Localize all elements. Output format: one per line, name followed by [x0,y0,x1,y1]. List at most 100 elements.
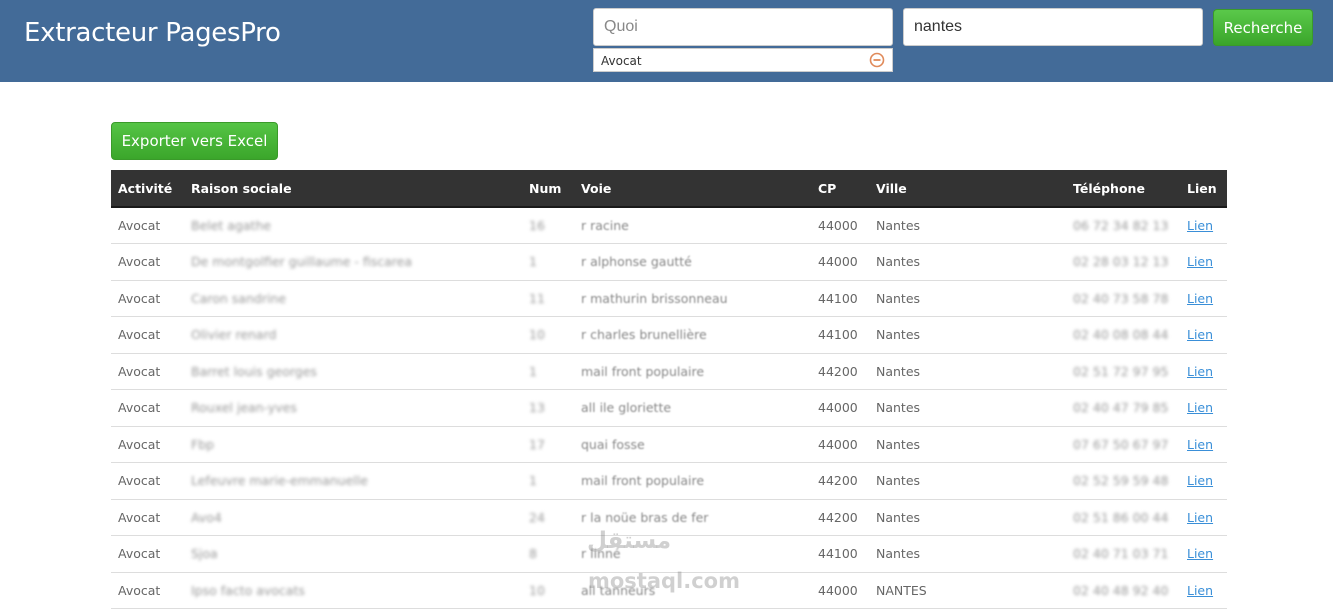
cell-num: 16 [529,218,545,233]
cell-telephone: 02 51 72 97 95 [1073,363,1169,379]
header-activite: Activité [111,170,184,208]
header-raison-sociale: Raison sociale [184,170,522,208]
cell-lien: Lien [1180,353,1227,390]
cell-num: 8 [529,546,537,562]
selected-activity-tag: Avocat [593,48,893,72]
cell-cp: 44000 [818,254,858,270]
cell-ville: Nantes [876,400,921,416]
cell-activite: Avocat [118,254,161,270]
cell-cp: 44000 [818,436,858,452]
cell-lien: Lien [1180,536,1227,573]
cell-telephone: 02 51 86 00 44 [1073,509,1169,525]
cell-lien: Lien [1180,463,1227,500]
cell-activite: Avocat [118,546,161,562]
cell-telephone: 02 52 59 59 48 [1073,473,1169,489]
cell-raison-sociale: De montgolfier guillaume - fiscarea [191,254,412,270]
cell-cp: 44100 [818,290,858,306]
cell-lien: Lien [1180,572,1227,609]
cell-cp: 44200 [818,509,858,525]
lien-link[interactable]: Lien [1187,437,1213,452]
search-button[interactable]: Recherche [1213,9,1313,46]
table-row: Avocat Fbp 17 quai fosse 44000 Nantes 07 67 50… [111,426,1227,463]
header-ville: Ville [869,170,1066,208]
where-search-input[interactable] [903,8,1203,46]
cell-telephone: 02 28 03 12 13 [1073,254,1169,270]
cell-cp: 44100 [818,546,858,562]
header-cp: CP [811,170,869,208]
cell-voie: quai fosse [581,436,645,452]
cell-raison-sociale: Fbp [191,436,215,452]
export-excel-button[interactable]: Exporter vers Excel [111,122,278,160]
cell-telephone: 02 40 48 92 40 [1073,582,1169,598]
cell-lien: Lien [1180,207,1227,244]
cell-activite: Avocat [118,509,161,525]
cell-lien: Lien [1180,499,1227,536]
cell-telephone: 02 40 71 03 71 [1073,546,1169,562]
cell-num: 1 [529,254,537,270]
lien-link[interactable]: Lien [1187,218,1213,233]
cell-voie: all ile gloriette [581,400,672,416]
table-header-row: Activité Raison sociale Num Voie CP Ville Télé… [111,170,1227,208]
cell-cp: 44000 [818,218,858,233]
lien-link[interactable]: Lien [1187,364,1213,379]
cell-raison-sociale: Lefeuvre marie-emmanuelle [191,473,368,489]
cell-telephone: 02 40 73 58 78 [1073,290,1169,306]
header-voie: Voie [574,170,811,208]
cell-lien: Lien [1180,280,1227,317]
cell-num: 13 [529,400,545,416]
lien-link[interactable]: Lien [1187,546,1213,561]
cell-raison-sociale: Belet agathe [191,218,272,233]
cell-activite: Avocat [118,327,161,343]
cell-telephone: 07 67 50 67 97 [1073,436,1169,452]
cell-activite: Avocat [118,363,161,379]
cell-ville: Nantes [876,546,921,562]
cell-activite: Avocat [118,473,161,489]
cell-ville: Nantes [876,363,921,379]
cell-telephone: 06 72 34 82 13 [1073,218,1169,233]
cell-ville: Nantes [876,290,921,306]
lien-link[interactable]: Lien [1187,327,1213,342]
lien-link[interactable]: Lien [1187,291,1213,306]
cell-voie: mail front populaire [581,363,705,379]
watermark-latin: mostaql.com [588,569,740,593]
cell-raison-sociale: Rouxel jean-yves [191,400,297,416]
cell-lien: Lien [1180,244,1227,281]
remove-circle-icon[interactable] [869,52,885,68]
header-num: Num [522,170,574,208]
app-title[interactable]: Extracteur PagesPro [24,18,281,48]
selected-activity-label: Avocat [601,54,642,68]
cell-cp: 44200 [818,363,858,379]
cell-voie: r racine [581,218,629,233]
table-row: Avocat Barret louis georges 1 mail front po… [111,353,1227,390]
cell-activite: Avocat [118,400,161,416]
table-row: Avocat Belet agathe 16 r racine 44000 Nantes 0… [111,207,1227,244]
cell-ville: Nantes [876,473,921,489]
cell-voie: r alphonse gautté [581,254,692,270]
cell-num: 17 [529,436,545,452]
cell-ville: Nantes [876,327,921,343]
cell-num: 24 [529,509,545,525]
cell-cp: 44000 [818,400,858,416]
lien-link[interactable]: Lien [1187,473,1213,488]
lien-link[interactable]: Lien [1187,400,1213,415]
cell-activite: Avocat [118,290,161,306]
cell-raison-sociale: Ipso facto avocats [191,582,305,598]
table-row: Avocat Rouxel jean-yves 13 all ile gloriett… [111,390,1227,426]
lien-link[interactable]: Lien [1187,583,1213,598]
cell-num: 1 [529,363,537,379]
table-row: Avocat Lefeuvre marie-emmanuelle 1 mail fro… [111,463,1227,500]
cell-cp: 44200 [818,473,858,489]
cell-activite: Avocat [118,218,161,233]
cell-voie: mail front populaire [581,473,705,489]
what-search-input[interactable] [593,8,893,46]
cell-telephone: 02 40 08 08 44 [1073,327,1169,343]
cell-raison-sociale: Caron sandrine [191,290,287,306]
header-telephone: Téléphone [1066,170,1180,208]
cell-ville: Nantes [876,218,921,233]
cell-ville: Nantes [876,254,921,270]
lien-link[interactable]: Lien [1187,254,1213,269]
cell-raison-sociale: Sjoa [191,546,218,562]
table-row: Avocat De montgolfier guillaume - fiscare… [111,244,1227,281]
cell-raison-sociale: Avo4 [191,509,222,525]
lien-link[interactable]: Lien [1187,510,1213,525]
